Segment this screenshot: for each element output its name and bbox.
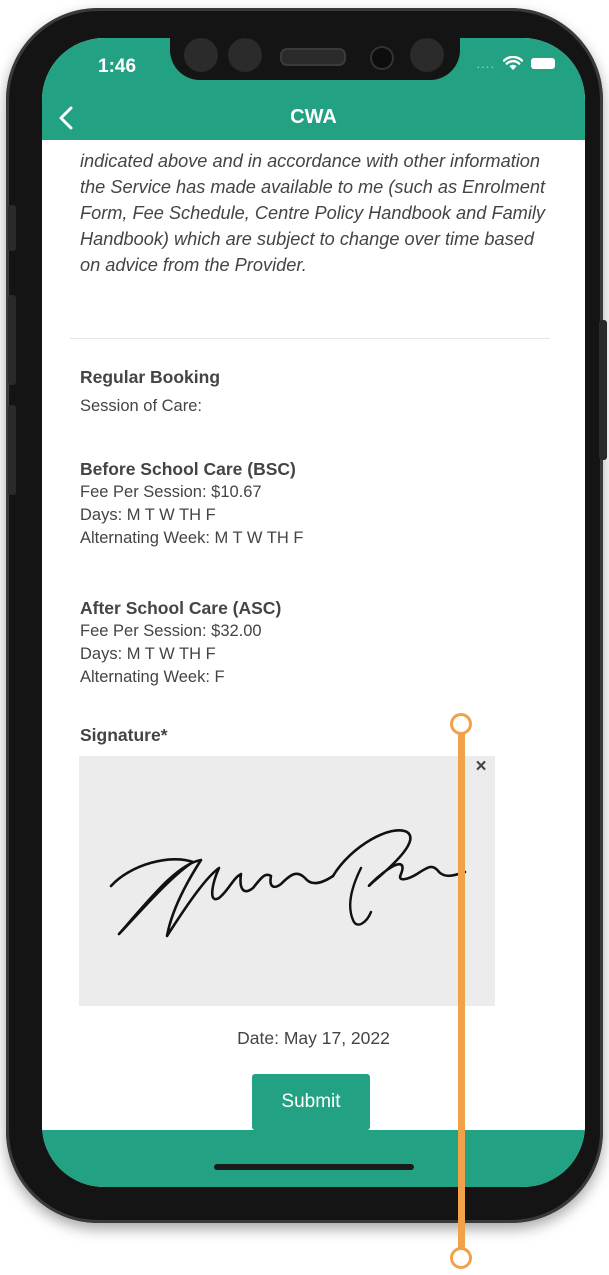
status-bar: 1:46 .... [42,38,585,96]
front-camera [370,46,394,70]
asc-section: After School Care (ASC) Fee Per Session:… [80,597,540,689]
bsc-days: Days: M T W TH F [80,506,216,524]
nav-bar: CWA [42,96,585,140]
divider [70,338,550,339]
signature-date: Date: May 17, 2022 [237,1028,390,1048]
home-indicator[interactable] [214,1164,414,1170]
silent-switch [8,205,16,251]
notch-sensor [410,38,444,72]
callout-line [458,721,465,1255]
asc-alternating-week: Alternating Week: F [80,668,225,686]
notch [170,38,460,80]
status-icons: .... [477,56,555,71]
bsc-alternating-week: Alternating Week: M T W TH F [80,529,304,547]
regular-booking-title: Regular Booking [80,367,221,387]
earpiece-speaker [280,48,346,66]
close-icon[interactable]: × [471,756,491,778]
bsc-section: Before School Care (BSC) Fee Per Session… [80,458,540,550]
battery-icon [531,58,555,69]
notch-sensor [228,38,262,72]
bsc-fee: Fee Per Session: $10.67 [80,483,262,501]
status-time: 1:46 [98,56,137,77]
asc-days: Days: M T W TH F [80,645,216,663]
callout-marker [450,713,472,735]
asc-fee: Fee Per Session: $32.00 [80,622,262,640]
callout-marker [450,1247,472,1269]
power-button [599,320,607,460]
page-title: CWA [290,106,337,128]
bsc-title: Before School Care (BSC) [80,459,296,479]
session-of-care-label: Session of Care: [80,397,202,415]
form-content[interactable]: indicated above and in accordance with o… [42,140,585,1130]
agreement-text: indicated above and in accordance with o… [80,151,546,275]
notch-sensor [184,38,218,72]
wifi-icon [503,56,523,71]
regular-booking-section: Regular Booking Session of Care: [80,366,540,418]
bottom-bar [42,1130,585,1187]
volume-down-button [8,405,16,495]
submit-button[interactable]: Submit [252,1074,370,1130]
signature-drawing [109,829,467,938]
volume-up-button [8,295,16,385]
phone-screen: 1:46 .... CWA indicated above and in acc… [42,38,585,1187]
signal-icon: .... [476,56,495,71]
signature-pad[interactable]: × [79,756,495,1006]
asc-title: After School Care (ASC) [80,598,282,618]
